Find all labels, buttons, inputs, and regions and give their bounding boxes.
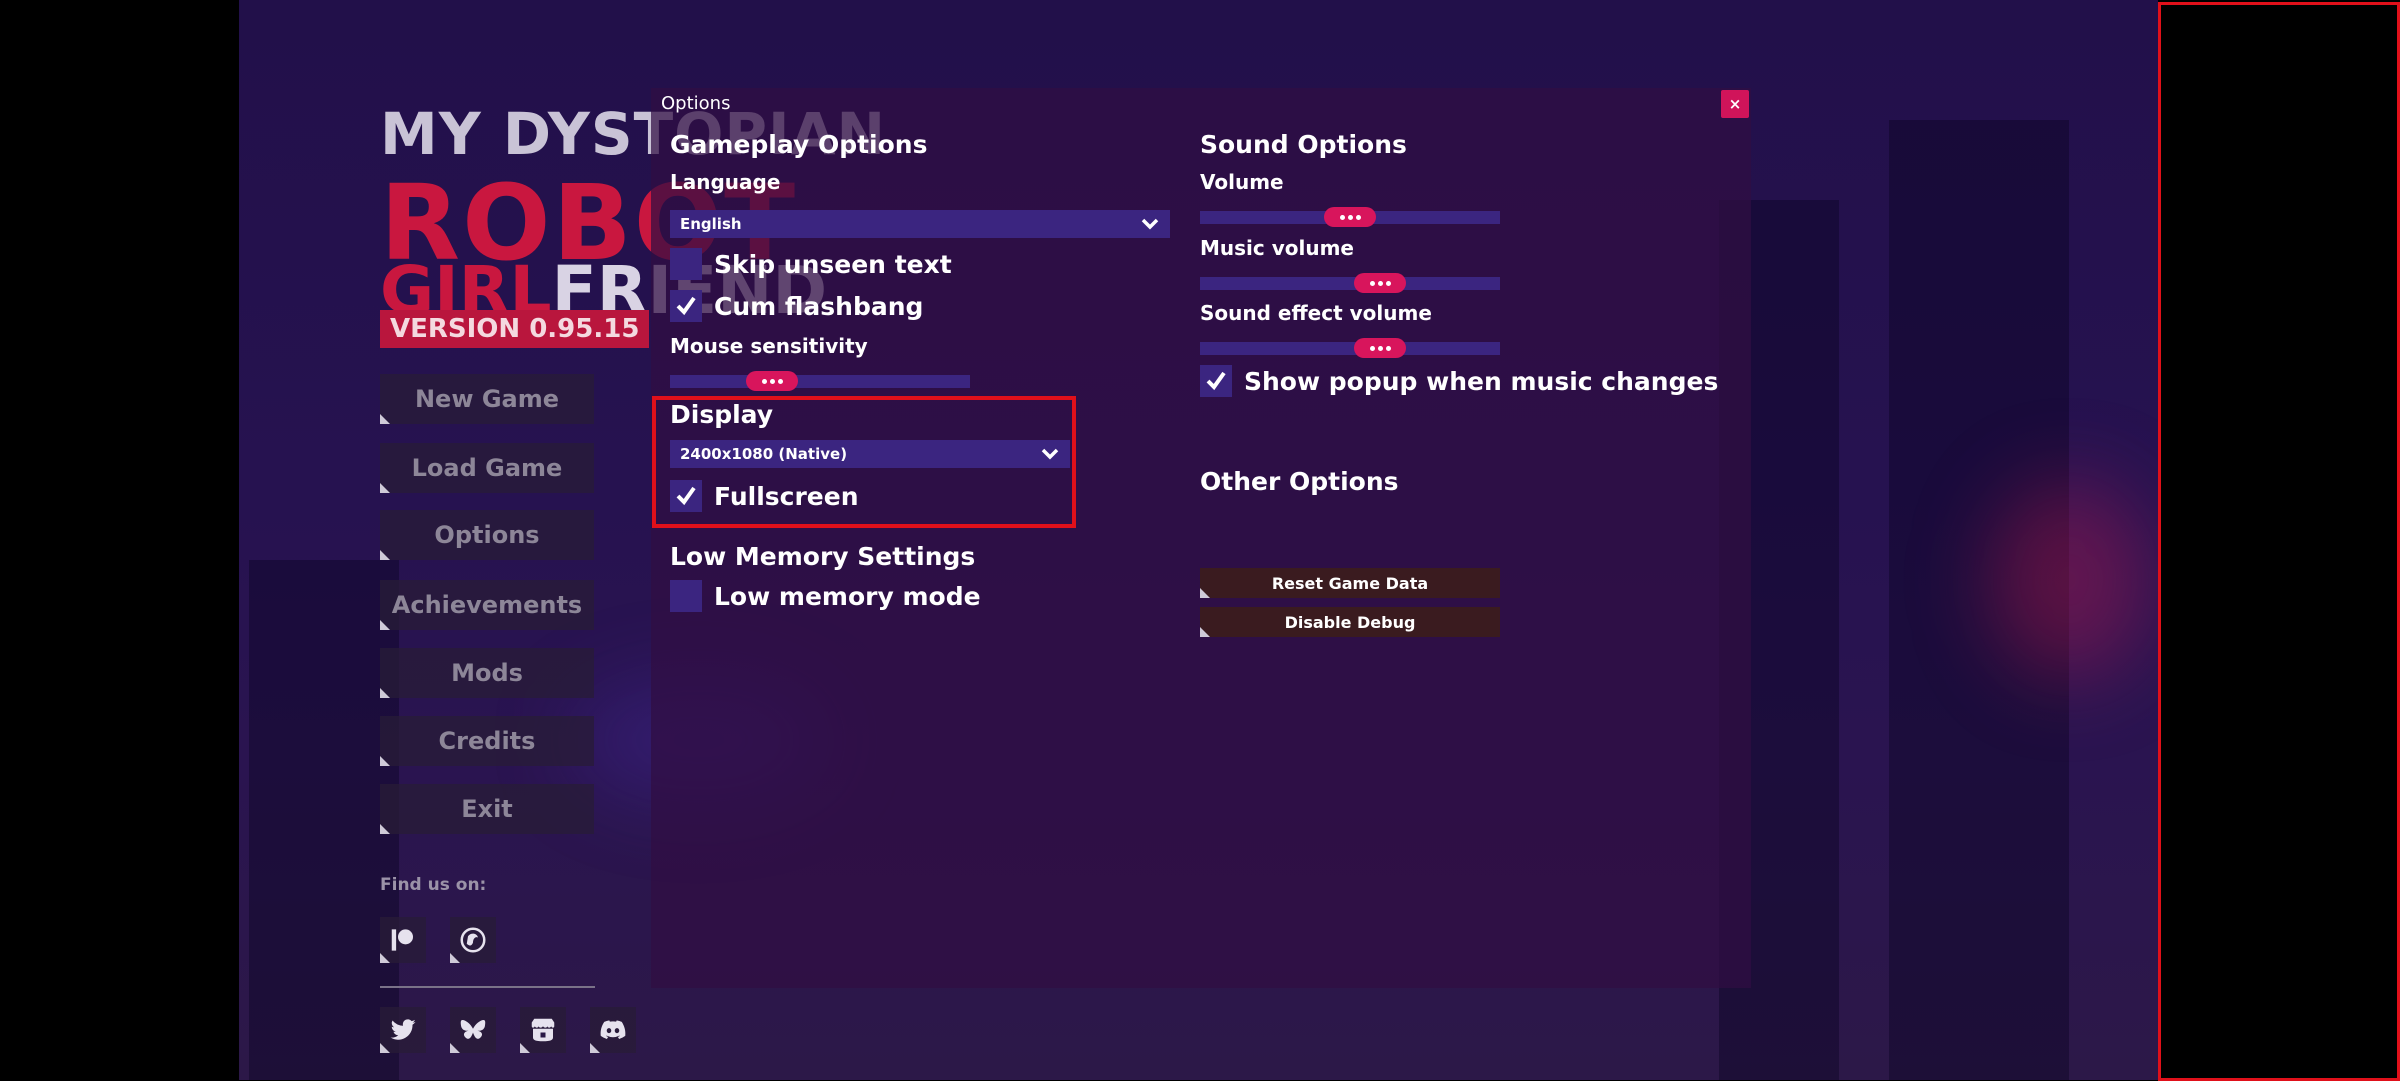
mods-label: Mods — [451, 659, 523, 687]
reset-game-data-label: Reset Game Data — [1271, 573, 1429, 593]
exit-button[interactable]: Exit — [380, 784, 594, 834]
options-button[interactable]: Options — [380, 510, 594, 560]
music-volume-label: Music volume — [1200, 236, 1354, 260]
volume-label: Volume — [1200, 170, 1284, 194]
slider-knob[interactable] — [1324, 207, 1376, 227]
music-popup-label: Show popup when music changes — [1244, 366, 1719, 396]
music-popup-checkbox[interactable] — [1200, 365, 1232, 397]
skip-unseen-row[interactable]: Skip unseen text — [670, 248, 952, 280]
volume-slider[interactable] — [1200, 207, 1500, 227]
skip-unseen-label: Skip unseen text — [714, 249, 952, 279]
disable-debug-label: Disable Debug — [1284, 612, 1416, 632]
patreon-icon[interactable] — [380, 917, 426, 963]
sfx-volume-slider[interactable] — [1200, 338, 1500, 358]
find-us-label: Find us on: — [380, 875, 487, 895]
language-value: English — [680, 215, 742, 233]
load-game-label: Load Game — [411, 454, 563, 482]
sfx-volume-label: Sound effect volume — [1200, 301, 1432, 325]
achievements-label: Achievements — [391, 591, 583, 619]
new-game-label: New Game — [414, 385, 560, 413]
skip-unseen-checkbox[interactable] — [670, 248, 702, 280]
music-popup-row[interactable]: Show popup when music changes — [1200, 365, 1718, 397]
options-label: Options — [434, 521, 540, 549]
mouse-sensitivity-label: Mouse sensitivity — [670, 334, 868, 358]
low-memory-checkbox[interactable] — [670, 580, 702, 612]
sound-heading: Sound Options — [1200, 130, 1407, 159]
gameplay-heading: Gameplay Options — [670, 130, 928, 159]
mods-button[interactable]: Mods — [380, 648, 594, 698]
mouse-sensitivity-slider[interactable] — [670, 371, 970, 391]
music-volume-slider[interactable] — [1200, 273, 1500, 293]
language-label: Language — [670, 170, 781, 194]
bluesky-icon[interactable] — [450, 1007, 496, 1053]
discord-icon[interactable] — [590, 1007, 636, 1053]
close-button[interactable]: × — [1721, 90, 1749, 118]
cum-flashbang-checkbox[interactable] — [670, 290, 702, 322]
checkmark-icon — [1206, 371, 1226, 391]
low-memory-row[interactable]: Low memory mode — [670, 580, 981, 612]
language-dropdown[interactable]: English — [670, 210, 1170, 238]
slider-knob[interactable] — [746, 371, 798, 391]
exit-label: Exit — [461, 795, 513, 823]
disable-debug-button[interactable]: Disable Debug — [1200, 607, 1500, 637]
cum-flashbang-label: Cum flashbang — [714, 291, 924, 321]
load-game-button[interactable]: Load Game — [380, 443, 594, 493]
twitter-icon[interactable] — [380, 1007, 426, 1053]
credits-label: Credits — [438, 727, 536, 755]
slider-knob[interactable] — [1354, 273, 1406, 293]
social-separator — [380, 986, 595, 988]
other-options-heading: Other Options — [1200, 467, 1399, 496]
slider-knob[interactable] — [1354, 338, 1406, 358]
options-title: Options — [661, 93, 731, 114]
version-badge: VERSION 0.95.15 — [380, 310, 650, 348]
background-building — [249, 560, 399, 1080]
website-icon[interactable] — [450, 917, 496, 963]
cum-flashbang-row[interactable]: Cum flashbang — [670, 290, 923, 322]
background-glow — [1989, 480, 2149, 680]
low-memory-heading: Low Memory Settings — [670, 542, 976, 571]
highlight-frame-right — [2158, 2, 2400, 1081]
new-game-button[interactable]: New Game — [380, 374, 594, 424]
reset-game-data-button[interactable]: Reset Game Data — [1200, 568, 1500, 598]
display-highlight-frame — [652, 396, 1076, 528]
chevron-down-icon — [1141, 218, 1159, 230]
checkmark-icon — [676, 296, 696, 316]
credits-button[interactable]: Credits — [380, 716, 594, 766]
achievements-button[interactable]: Achievements — [380, 580, 594, 630]
low-memory-label: Low memory mode — [714, 581, 981, 611]
itchio-icon[interactable] — [520, 1007, 566, 1053]
